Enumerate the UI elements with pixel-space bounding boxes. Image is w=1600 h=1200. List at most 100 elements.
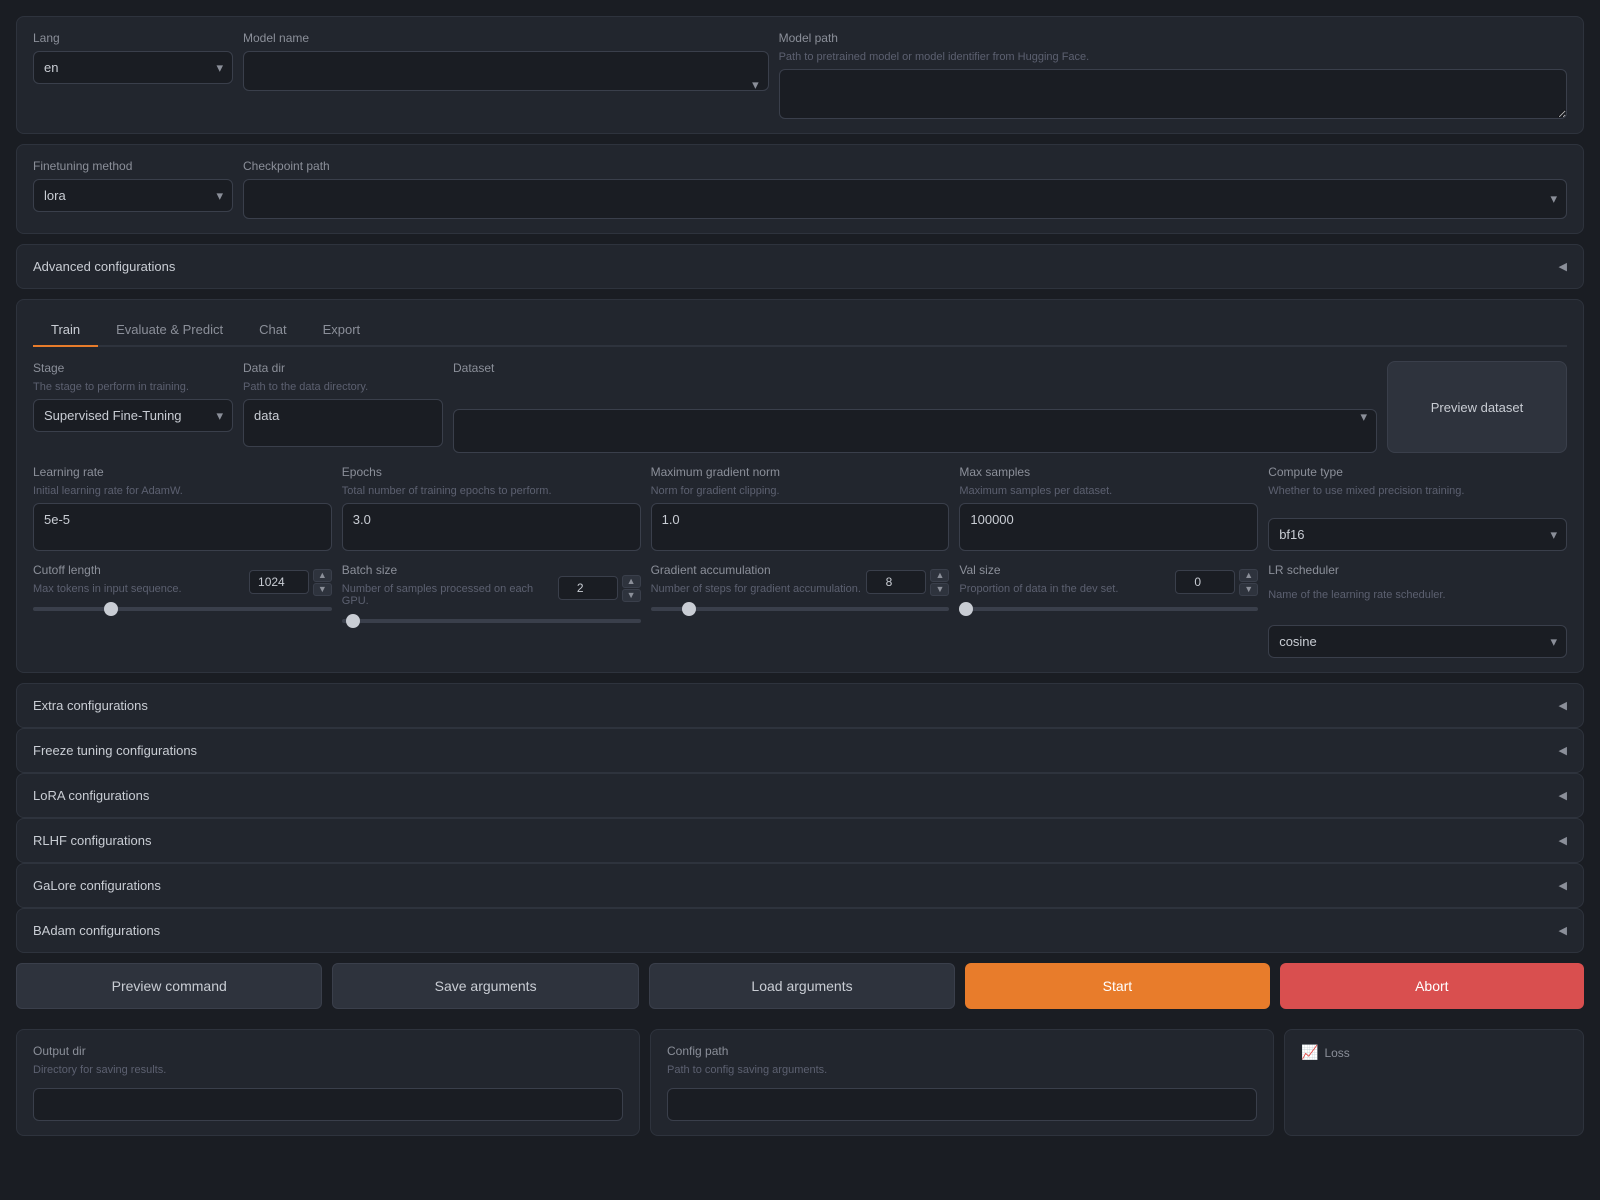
batch-size-field: Batch size Number of samples processed o… <box>342 563 641 658</box>
collapsible-label-2: LoRA configurations <box>33 788 149 803</box>
cutoff-length-up[interactable]: ▲ <box>313 569 332 582</box>
batch-size-up[interactable]: ▲ <box>622 575 641 588</box>
batch-size-input[interactable] <box>558 576 618 600</box>
tab-chat[interactable]: Chat <box>241 314 304 347</box>
val-size-input[interactable] <box>1175 570 1235 594</box>
tab-evaluate-predict[interactable]: Evaluate & Predict <box>98 314 241 347</box>
checkpoint-path-label: Checkpoint path <box>243 159 1567 173</box>
max-samples-sublabel: Maximum samples per dataset. <box>959 485 1258 497</box>
lr-scheduler-select[interactable]: cosine linear constant polynomial <box>1268 625 1567 658</box>
preview-dataset-button[interactable]: Preview dataset <box>1387 361 1567 453</box>
max-samples-input[interactable]: 100000 <box>959 503 1258 551</box>
data-dir-label: Data dir <box>243 361 443 375</box>
val-size-sublabel: Proportion of data in the dev set. <box>959 583 1118 595</box>
cutoff-length-label: Cutoff length <box>33 563 182 577</box>
max-grad-norm-sublabel: Norm for gradient clipping. <box>651 485 950 497</box>
output-dir-label: Output dir <box>33 1044 623 1058</box>
collapsible-arrow-4: ◀ <box>1559 879 1567 892</box>
batch-size-down[interactable]: ▼ <box>622 589 641 602</box>
tab-train[interactable]: Train <box>33 314 98 347</box>
save-arguments-button[interactable]: Save arguments <box>332 963 638 1009</box>
batch-size-sublabel: Number of samples processed on each GPU. <box>342 583 558 607</box>
collapsible-0[interactable]: Extra configurations ◀ <box>16 683 1584 728</box>
model-path-sublabel: Path to pretrained model or model identi… <box>779 51 1567 63</box>
collapsible-3[interactable]: RLHF configurations ◀ <box>16 818 1584 863</box>
tabs-bar: Train Evaluate & Predict Chat Export <box>33 314 1567 347</box>
val-size-slider[interactable] <box>959 607 1258 611</box>
stage-select[interactable]: Supervised Fine-Tuning Reward Modeling P… <box>33 399 233 432</box>
stage-sublabel: The stage to perform in training. <box>33 381 233 393</box>
finetuning-method-label: Finetuning method <box>33 159 233 173</box>
loss-label: Loss <box>1324 1046 1349 1060</box>
model-name-label: Model name <box>243 31 769 45</box>
bottom-action-bar: Preview command Save arguments Load argu… <box>16 963 1584 1019</box>
gradient-accumulation-slider[interactable] <box>651 607 950 611</box>
output-dir-sublabel: Directory for saving results. <box>33 1064 623 1076</box>
cutoff-length-slider[interactable] <box>33 607 332 611</box>
collapsible-2[interactable]: LoRA configurations ◀ <box>16 773 1584 818</box>
epochs-input[interactable]: 3.0 <box>342 503 641 551</box>
cutoff-length-down[interactable]: ▼ <box>313 583 332 596</box>
config-path-card: Config path Path to config saving argume… <box>650 1029 1274 1136</box>
cutoff-length-field: Cutoff length Max tokens in input sequen… <box>33 563 332 658</box>
collapsible-4[interactable]: GaLore configurations ◀ <box>16 863 1584 908</box>
loss-card: 📈 Loss <box>1284 1029 1584 1136</box>
learning-rate-label: Learning rate <box>33 465 332 479</box>
compute-type-select[interactable]: bf16 fp16 fp32 <box>1268 518 1567 551</box>
max-grad-norm-input[interactable]: 1.0 <box>651 503 950 551</box>
lang-label: Lang <box>33 31 233 45</box>
data-dir-field: Data dir Path to the data directory. dat… <box>243 361 443 453</box>
lr-scheduler-field: LR scheduler Name of the learning rate s… <box>1268 563 1567 658</box>
advanced-configurations-arrow: ◀ <box>1559 260 1567 273</box>
gradient-accumulation-sublabel: Number of steps for gradient accumulatio… <box>651 583 861 595</box>
val-size-field: Val size Proportion of data in the dev s… <box>959 563 1258 658</box>
gradient-accumulation-field: Gradient accumulation Number of steps fo… <box>651 563 950 658</box>
collapsible-label-0: Extra configurations <box>33 698 148 713</box>
dataset-label: Dataset <box>453 361 1377 375</box>
config-path-label: Config path <box>667 1044 1257 1058</box>
collapsible-label-1: Freeze tuning configurations <box>33 743 197 758</box>
collapsible-arrow-1: ◀ <box>1559 744 1567 757</box>
collapsibles-container: Extra configurations ◀ Freeze tuning con… <box>16 683 1584 953</box>
collapsible-label-4: GaLore configurations <box>33 878 161 893</box>
advanced-configurations-label: Advanced configurations <box>33 259 175 274</box>
dataset-select[interactable] <box>453 409 1377 453</box>
val-size-label: Val size <box>959 563 1118 577</box>
val-size-down[interactable]: ▼ <box>1239 583 1258 596</box>
start-button[interactable]: Start <box>965 963 1269 1009</box>
compute-type-label: Compute type <box>1268 465 1567 479</box>
gradient-accumulation-down[interactable]: ▼ <box>930 583 949 596</box>
cutoff-length-input[interactable] <box>249 570 309 594</box>
data-dir-sublabel: Path to the data directory. <box>243 381 443 393</box>
max-samples-field: Max samples Maximum samples per dataset.… <box>959 465 1258 551</box>
batch-size-slider[interactable] <box>342 619 641 623</box>
collapsible-arrow-3: ◀ <box>1559 834 1567 847</box>
output-dir-input[interactable] <box>33 1088 623 1121</box>
collapsible-arrow-5: ◀ <box>1559 924 1567 937</box>
advanced-configurations-section[interactable]: Advanced configurations ◀ <box>16 244 1584 289</box>
data-dir-input[interactable]: data <box>243 399 443 447</box>
model-path-label: Model path <box>779 31 1567 45</box>
abort-button[interactable]: Abort <box>1280 963 1584 1009</box>
dataset-field: Dataset <box>453 361 1377 453</box>
checkpoint-path-select[interactable] <box>243 179 1567 219</box>
max-grad-norm-label: Maximum gradient norm <box>651 465 950 479</box>
gradient-accumulation-label: Gradient accumulation <box>651 563 861 577</box>
model-path-input[interactable] <box>779 69 1567 119</box>
output-bar: Output dir Directory for saving results.… <box>16 1029 1584 1136</box>
finetuning-method-select[interactable]: lora full freeze <box>33 179 233 212</box>
config-path-input[interactable] <box>667 1088 1257 1121</box>
learning-rate-input[interactable]: 5e-5 <box>33 503 332 551</box>
gradient-accumulation-input[interactable] <box>866 570 926 594</box>
max-samples-label: Max samples <box>959 465 1258 479</box>
collapsible-5[interactable]: BAdam configurations ◀ <box>16 908 1584 953</box>
load-arguments-button[interactable]: Load arguments <box>649 963 955 1009</box>
val-size-up[interactable]: ▲ <box>1239 569 1258 582</box>
collapsible-label-5: BAdam configurations <box>33 923 160 938</box>
model-name-select[interactable] <box>243 51 769 91</box>
gradient-accumulation-up[interactable]: ▲ <box>930 569 949 582</box>
collapsible-1[interactable]: Freeze tuning configurations ◀ <box>16 728 1584 773</box>
lang-select[interactable]: en zh fr de <box>33 51 233 84</box>
preview-command-button[interactable]: Preview command <box>16 963 322 1009</box>
tab-export[interactable]: Export <box>305 314 379 347</box>
